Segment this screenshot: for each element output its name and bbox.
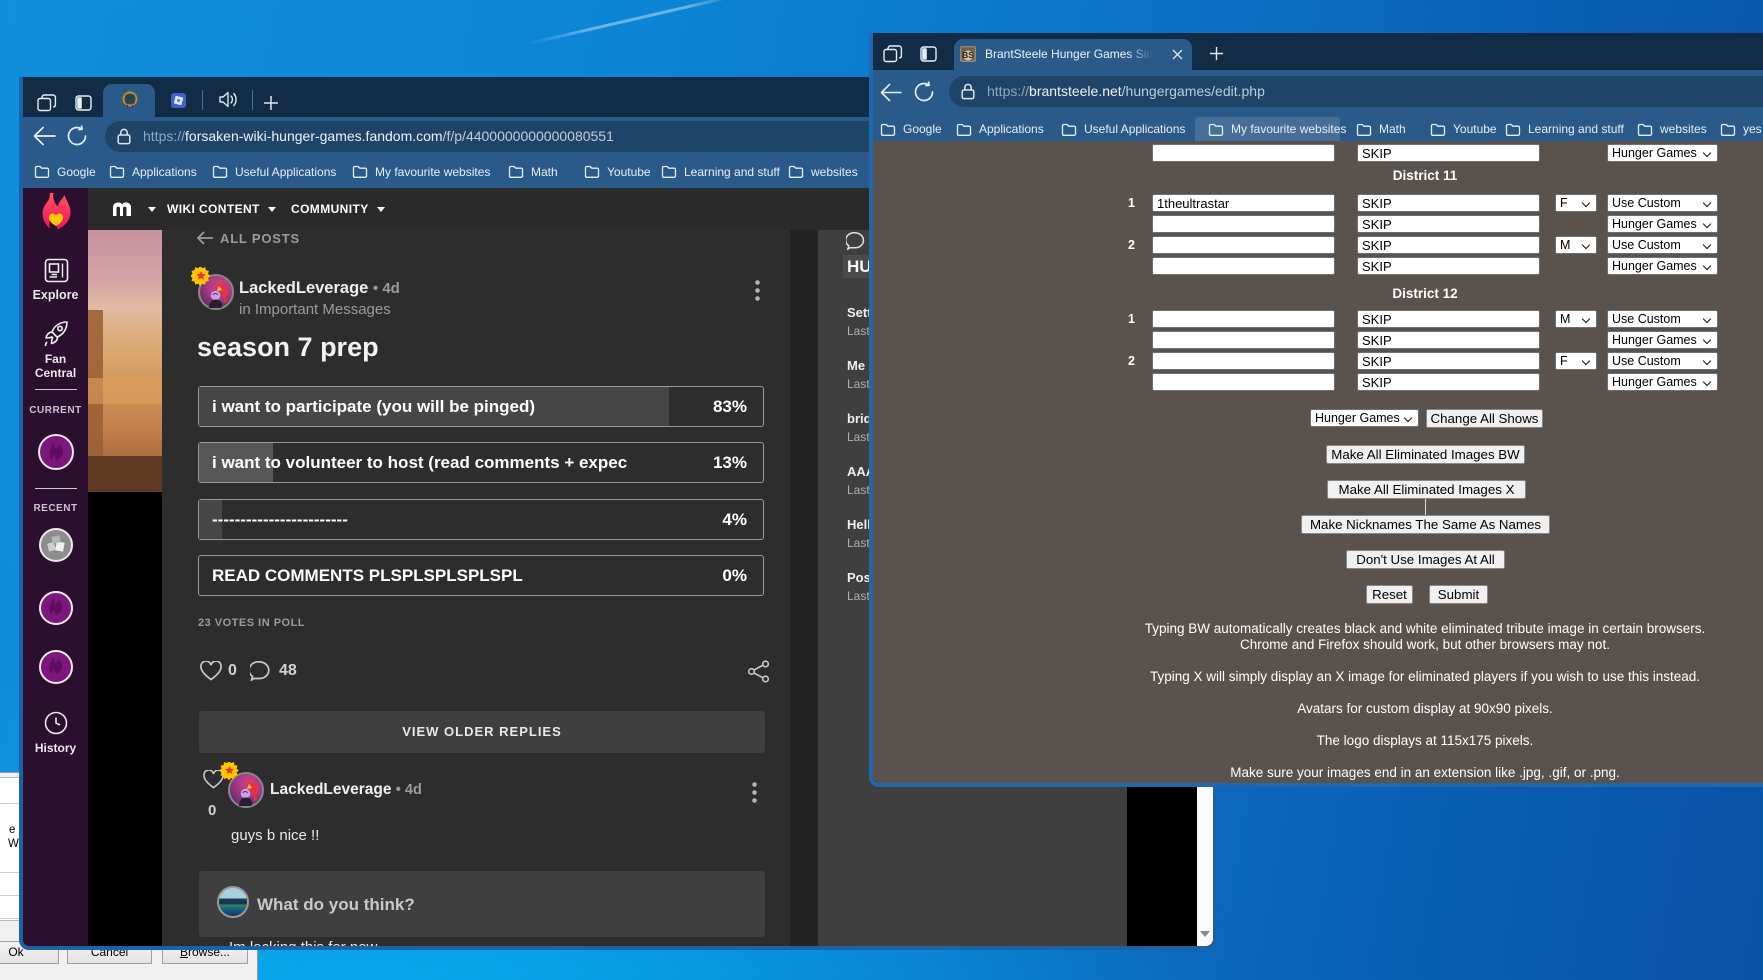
svg-text:BS: BS [962,50,974,60]
